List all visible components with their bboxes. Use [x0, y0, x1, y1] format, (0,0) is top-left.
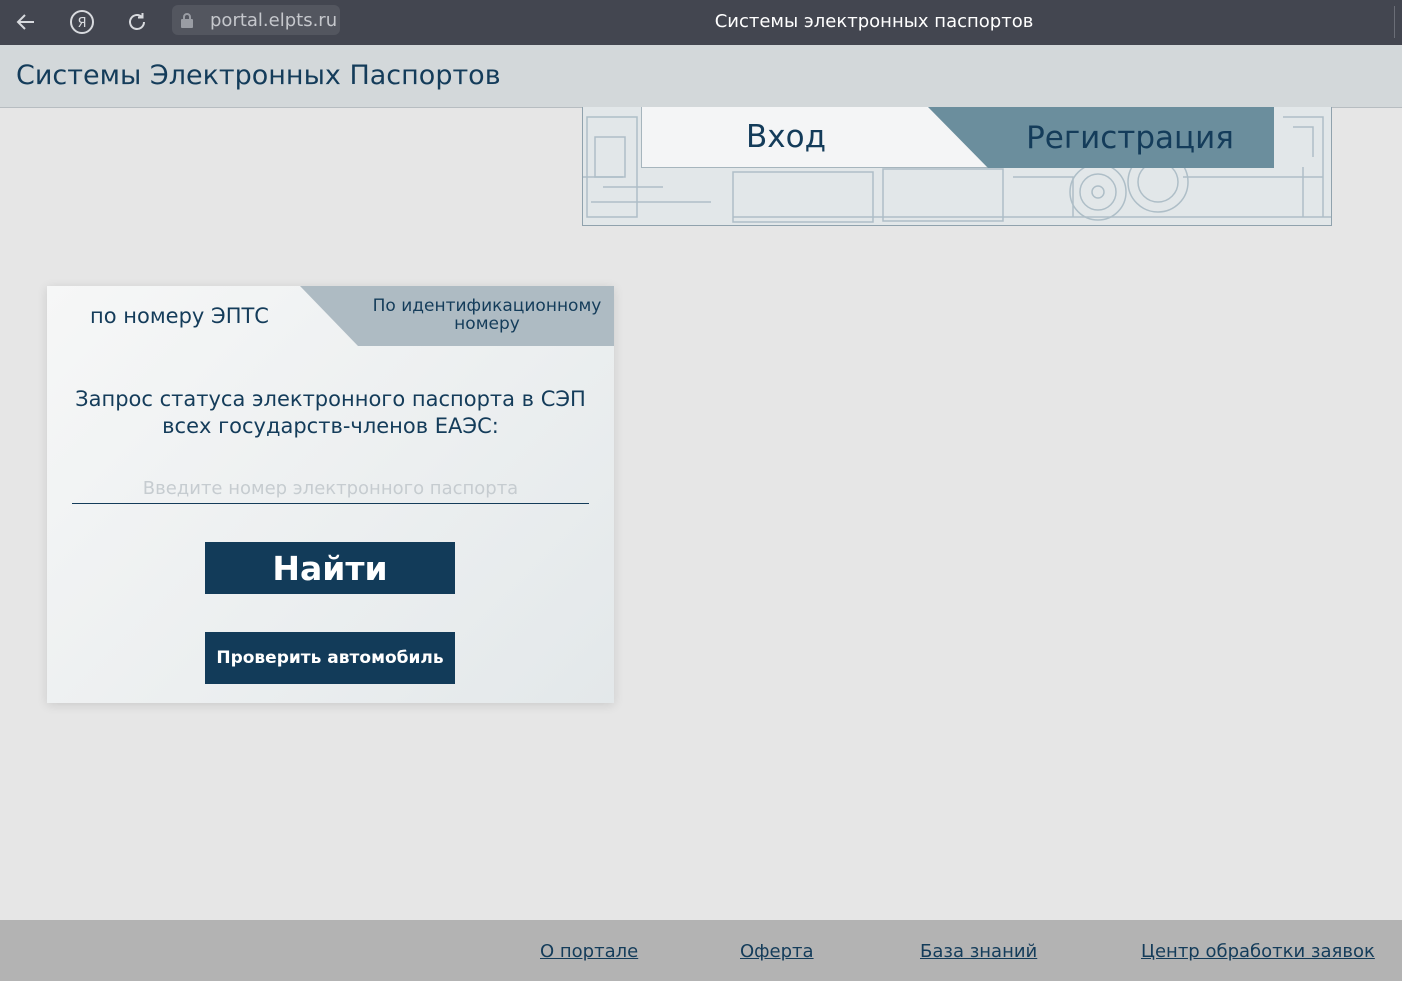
footer-link-knowledge-base[interactable]: База знаний — [920, 941, 1037, 962]
footer-link-request-center[interactable]: Центр обработки заявок — [1141, 941, 1375, 962]
footer-link-offer[interactable]: Оферта — [740, 941, 814, 962]
tab-register[interactable]: Регистрация — [928, 107, 1274, 168]
footer-link-about[interactable]: О портале — [540, 941, 638, 962]
tab-by-epts-number[interactable]: по номеру ЭПТС — [47, 286, 347, 346]
auth-banner: Вход Регистрация — [582, 107, 1332, 226]
check-car-button[interactable]: Проверить автомобиль — [205, 632, 455, 684]
find-button[interactable]: Найти — [205, 542, 455, 594]
footer: О портале Оферта База знаний Центр обраб… — [0, 920, 1402, 981]
tab-by-vin[interactable]: По идентификационному номеру — [300, 286, 614, 346]
browser-toolbar: Я portal.elpts.ru Системы электронных па… — [0, 0, 1402, 45]
browser-tab-title: Системы электронных паспортов — [714, 11, 1034, 32]
passport-search-card: по номеру ЭПТС По идентификационному ном… — [47, 286, 614, 703]
site-title[interactable]: Системы Электронных Паспортов — [16, 60, 501, 91]
site-header: Системы Электронных Паспортов — [0, 45, 1402, 108]
passport-number-input[interactable] — [72, 473, 589, 504]
toolbar-divider — [1394, 6, 1395, 38]
search-heading: Запрос статуса электронного паспорта в С… — [75, 387, 586, 438]
